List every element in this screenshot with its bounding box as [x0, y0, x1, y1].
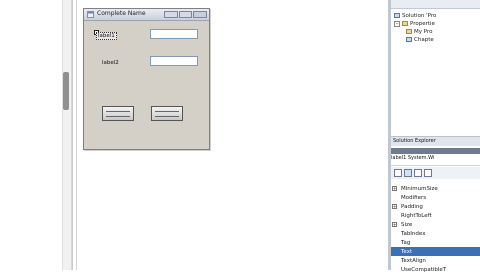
tree-item-solution[interactable]: Solution 'Pro: [394, 12, 436, 19]
tab-solution-explorer[interactable]: Solution Explorer: [393, 138, 436, 144]
property-name: RightToLeft: [401, 212, 432, 219]
property-name: Size: [401, 221, 413, 228]
form-titlebar[interactable]: Complete Name: [84, 9, 209, 21]
button1-face: [106, 110, 130, 117]
property-name: Text: [401, 248, 413, 255]
solution-explorer-toolbar: [391, 0, 480, 9]
panel-tabs: Solution Explorer: [391, 136, 480, 146]
expand-icon[interactable]: +: [392, 222, 397, 227]
form-window[interactable]: Complete Name label1 label2: [83, 8, 210, 150]
scrollbar-thumb[interactable]: [63, 72, 69, 110]
form-title: Complete Name: [97, 10, 146, 17]
label2-control[interactable]: label2: [102, 60, 119, 66]
close-button[interactable]: [193, 11, 208, 18]
solution-icon: [394, 13, 400, 18]
property-row[interactable]: Tag: [391, 238, 480, 247]
property-row[interactable]: Modifiers: [391, 193, 480, 202]
alphabetical-icon[interactable]: [404, 169, 412, 177]
expand-icon[interactable]: −: [394, 20, 400, 27]
properties-header: [391, 148, 480, 154]
tree-item-label: Propertie: [410, 20, 435, 27]
left-panel: [0, 0, 60, 270]
tree-item-label: Solution 'Pro: [402, 12, 437, 19]
expand-icon[interactable]: +: [392, 204, 397, 209]
tree-item-myproject[interactable]: My Pro: [406, 28, 432, 35]
properties-toolbar: [391, 167, 480, 179]
tree-item-label: My Pro: [414, 28, 433, 35]
tree-item-chapter[interactable]: Chapte: [406, 36, 434, 43]
tree-item-properties[interactable]: − Propertie: [394, 20, 435, 27]
button1[interactable]: [102, 106, 134, 121]
property-name: MinimumSize: [401, 185, 438, 192]
tree-item-label: Chapte: [414, 36, 434, 43]
property-name: Modifiers: [401, 194, 427, 201]
property-row[interactable]: RightToLeft: [391, 211, 480, 220]
textbox2[interactable]: [150, 56, 198, 66]
property-name: TextAlign: [401, 257, 426, 264]
expand-icon[interactable]: +: [392, 186, 397, 191]
maximize-button[interactable]: [178, 11, 193, 18]
categorized-icon[interactable]: [394, 169, 402, 177]
form-file-icon: [406, 37, 412, 42]
button2[interactable]: [151, 106, 183, 121]
properties-object-selector[interactable]: label1 System.Wi: [391, 155, 480, 166]
form-icon: [87, 11, 94, 18]
events-icon[interactable]: [424, 169, 432, 177]
window-controls: [164, 11, 208, 18]
label1-control[interactable]: label1: [96, 32, 117, 40]
textbox1[interactable]: [150, 29, 198, 39]
button2-face: [155, 110, 179, 117]
designer-divider: [76, 0, 77, 270]
folder-icon: [402, 21, 408, 26]
property-row[interactable]: TextAlign: [391, 256, 480, 265]
property-row-selected[interactable]: Text: [391, 247, 480, 256]
vertical-scrollbar[interactable]: [62, 0, 72, 270]
property-row[interactable]: + Padding: [391, 202, 480, 211]
property-row[interactable]: + MinimumSize: [391, 184, 480, 193]
property-name: Padding: [401, 203, 423, 210]
minimize-button[interactable]: [164, 11, 178, 18]
property-row[interactable]: + Size: [391, 220, 480, 229]
solution-explorer-panel: Solution 'Pro − Propertie My Pro Chapte: [391, 0, 480, 130]
folder-icon: [406, 29, 412, 34]
property-row[interactable]: TabIndex: [391, 229, 480, 238]
properties-icon[interactable]: [414, 169, 422, 177]
property-name: Tag: [401, 239, 411, 246]
property-name: TabIndex: [401, 230, 426, 237]
properties-grid: + MinimumSize Modifiers + Padding RightT…: [391, 180, 480, 273]
